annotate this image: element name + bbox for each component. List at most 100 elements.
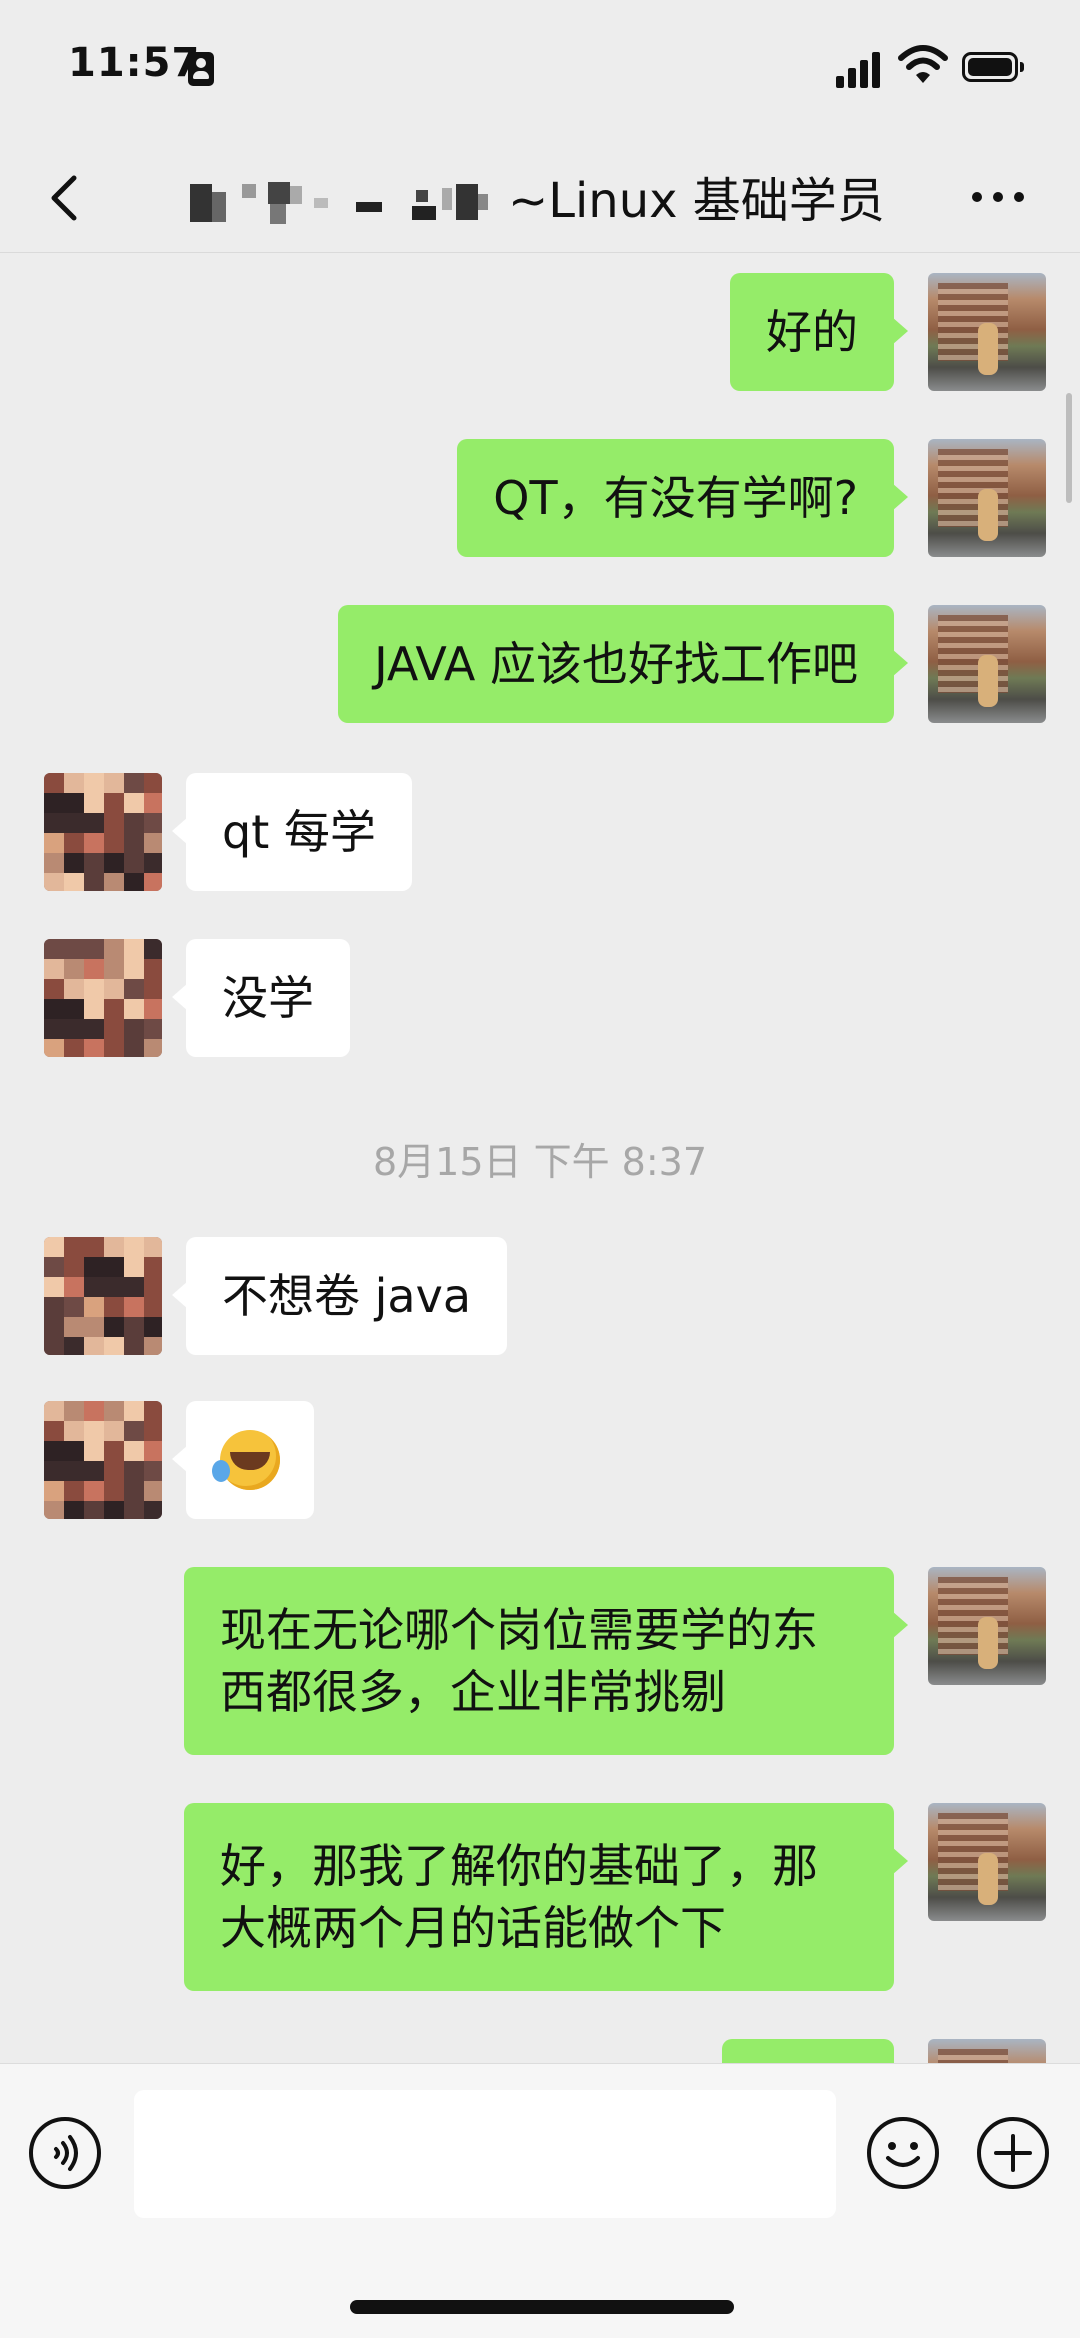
avatar-mosaic-tile [144,773,162,793]
message-bubble-incoming[interactable]: qt 每学 [172,773,412,891]
avatar-mosaic-tile [144,1237,162,1257]
avatar[interactable] [928,1567,1046,1685]
message-bubble-incoming[interactable]: 不想卷 java [171,1237,508,1355]
avatar[interactable] [44,1401,162,1519]
avatar-mosaic-tile [124,1337,144,1355]
avatar-mosaic-tile [64,1277,84,1297]
avatar-mosaic-tile [144,1039,162,1057]
message-bubble-outgoing[interactable]: 现在无论哪个岗位需要学的东西都很多，企业非常挑剔 [184,1567,908,1755]
scrollbar[interactable] [1066,393,1072,503]
avatar-mosaic-tile [44,999,64,1019]
avatar-mosaic-tile [64,999,84,1019]
avatar-mosaic-tile [84,999,104,1019]
avatar-mosaic-tile [144,1421,162,1441]
message-bubble-incoming[interactable] [172,1401,314,1519]
avatar[interactable] [928,1803,1046,1921]
avatar-mosaic-tile [84,1237,104,1257]
chat-title[interactable]: ~Linux 基础学员 [190,162,910,230]
avatar-mosaic-tile [64,1337,84,1355]
avatar[interactable] [928,273,1046,391]
avatar-mosaic-tile [124,1421,144,1441]
message-bubble-outgoing[interactable]: JAVA 应该也好找工作吧 [338,605,908,723]
avatar-mosaic-tile [64,1461,84,1481]
avatar-mosaic-tile [124,1019,144,1039]
avatar-mosaic-tile [124,1237,144,1257]
avatar-mosaic-tile [44,1401,64,1421]
avatar-mosaic-tile [84,833,104,853]
avatar-mosaic-tile [84,959,104,979]
avatar-mosaic-tile [44,1237,64,1257]
more-icon[interactable] [970,182,1026,210]
avatar[interactable] [44,773,162,891]
avatar-mosaic-tile [144,939,162,959]
avatar-mosaic-tile [44,813,64,833]
redacted-name-mosaic [190,166,508,226]
avatar-mosaic-tile [124,1401,144,1421]
avatar-mosaic-tile [144,813,162,833]
avatar-mosaic-tile [44,979,64,999]
avatar-mosaic-tile [104,773,124,793]
avatar-mosaic-tile [84,773,104,793]
message-input[interactable] [134,2090,836,2218]
wifi-icon [898,45,948,83]
avatar-mosaic-tile [84,1019,104,1039]
avatar-mosaic-tile [44,833,64,853]
message-bubble-outgoing[interactable]: 好，那我了解你的基础了，那大概两个月的话能做个下 [184,1803,908,1991]
avatar-mosaic-tile [84,793,104,813]
avatar-mosaic-tile [44,773,64,793]
avatar-mosaic-tile [64,1257,84,1277]
avatar-mosaic-tile [124,853,144,873]
avatar-mosaic-tile [44,959,64,979]
avatar-mosaic-tile [144,1337,162,1355]
avatar-mosaic-tile [44,1441,64,1461]
message-bubble-incoming[interactable]: 没学 [172,939,350,1057]
avatar-mosaic-tile [104,1461,124,1481]
avatar-mosaic-tile [64,1501,84,1519]
avatar-mosaic-tile [44,1277,64,1297]
avatar-mosaic-tile [124,959,144,979]
avatar[interactable] [44,1237,162,1355]
signal-icon [836,50,884,88]
back-icon[interactable] [40,160,90,232]
avatar[interactable] [928,605,1046,723]
avatar-mosaic-tile [44,1317,64,1337]
avatar-mosaic-tile [124,1297,144,1317]
avatar-mosaic-tile [104,1481,124,1501]
avatar[interactable] [44,939,162,1057]
avatar-mosaic-tile [144,853,162,873]
chat-title-text: ~Linux 基础学员 [508,173,885,229]
avatar-mosaic-tile [64,939,84,959]
avatar-mosaic-tile [144,833,162,853]
timestamp-divider: 8月15日 下午 8:37 [372,1140,708,1184]
message-text: 现在无论哪个岗位需要学的东西都很多，企业非常挑剔 [220,1603,818,1719]
status-bar: 11:57 [0,0,1080,140]
home-indicator[interactable] [350,2300,734,2314]
avatar-mosaic-tile [124,979,144,999]
battery-icon [962,52,1024,82]
input-bar [0,2063,1080,2338]
avatar-mosaic-tile [44,853,64,873]
plus-icon[interactable] [976,2116,1050,2190]
avatar-mosaic-tile [124,873,144,891]
message-bubble-outgoing[interactable]: QT，有没有学啊? [457,439,908,557]
avatar-mosaic-tile [104,1421,124,1441]
avatar-mosaic-tile [84,1481,104,1501]
message-bubble-outgoing-partial[interactable] [722,2039,894,2063]
avatar-mosaic-tile [104,1441,124,1461]
emoji-icon[interactable] [866,2116,940,2190]
avatar-mosaic-tile [144,1257,162,1277]
avatar-mosaic-tile [44,1019,64,1039]
contact-card-icon [188,52,214,86]
voice-icon[interactable] [28,2116,102,2190]
avatar-mosaic-tile [104,979,124,999]
avatar-mosaic-tile [64,959,84,979]
avatar[interactable] [928,439,1046,557]
avatar[interactable] [928,2039,1046,2063]
message-bubble-outgoing[interactable]: 好的 [730,273,908,391]
avatar-mosaic-tile [144,1401,162,1421]
avatar-mosaic-tile [104,1297,124,1317]
avatar-mosaic-tile [144,1461,162,1481]
avatar-mosaic-tile [44,1501,64,1519]
avatar-mosaic-tile [144,1317,162,1337]
message-list[interactable]: 好的 QT，有没有学啊? JAVA 应该也好找工作吧 qt 每学 没学 8月15… [0,253,1080,2063]
